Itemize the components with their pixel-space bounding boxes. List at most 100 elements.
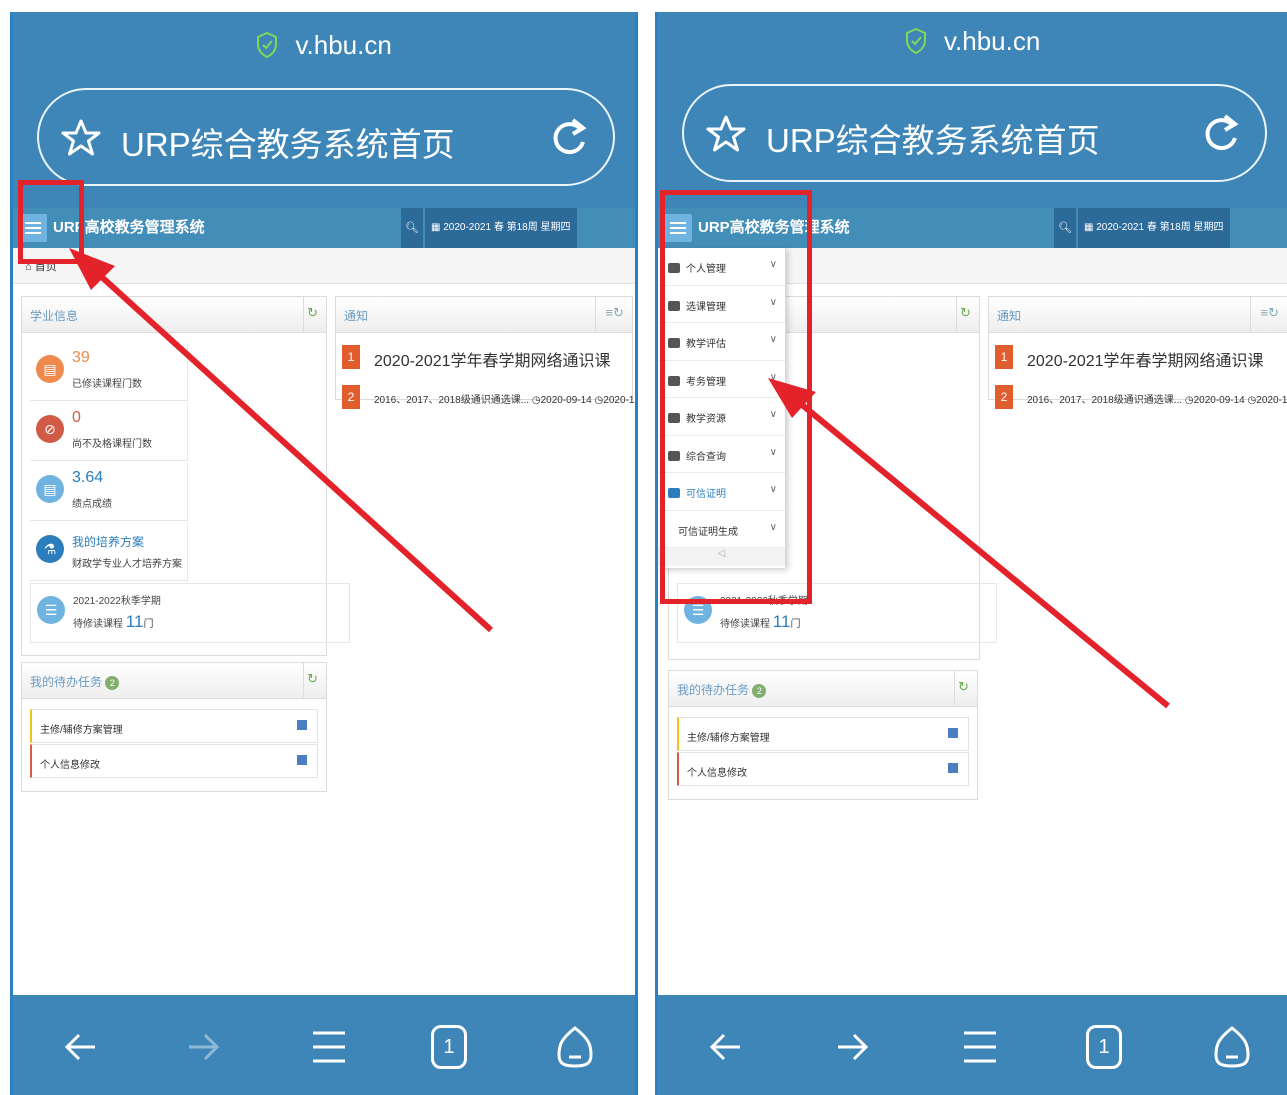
menu-icon[interactable] [958,1025,1002,1069]
stat-failed[interactable]: ⊘ 0 尚不及格课程门数 [30,403,188,461]
home-icon[interactable] [1210,1025,1254,1069]
stat-label: 绩点成绩 [72,499,112,510]
tasks-widget-header: 我的待办任务 2 ↻ [669,671,977,707]
domain-text: v.hbu.cn [943,26,1041,56]
notice-widget: 通知 ≡↻ 1 2020-2021学年春学期网络通识课 2 2016、2017、… [988,296,1287,409]
domain-display: v.hbu.cn [13,30,635,61]
flask-icon: ⚗ [36,535,64,563]
tasks-count-badge: 2 [752,684,767,698]
notice-date: 2020-09-14 [540,395,592,406]
reload-icon[interactable] [549,116,589,160]
reload-icon[interactable] [1201,112,1241,156]
pending-unit: 门 [790,619,801,630]
refresh-icon[interactable]: ↻ [307,671,318,687]
notice-date: 2020-09-14 [1193,395,1245,406]
document-icon: ▤ [36,355,64,383]
list-toggle-icon[interactable]: ≡↻ [606,305,624,321]
semester-badge[interactable]: ▦ 2020-2021 春 第18周 星期四 [425,208,577,248]
page-title: URP综合教务系统首页 [121,126,455,163]
flag-icon [297,755,307,765]
stat-gpa[interactable]: ▤ 3.64 绩点成绩 [30,463,188,521]
refresh-icon[interactable]: ↻ [960,305,971,321]
file-icon: ▤ [36,475,64,503]
menu-icon[interactable] [307,1025,351,1069]
clock-icon: ◷ [531,395,541,406]
stat-value: 39 [72,349,90,366]
domain-display: v.hbu.cn [658,26,1287,57]
task-item[interactable]: 主修/辅修方案管理 [677,717,969,751]
notice-text: 2020-2021学年春学期网络通识课 [1027,353,1264,370]
tasks-widget-header: 我的待办任务 2 ↻ [22,663,326,699]
home-icon[interactable] [553,1025,597,1069]
shield-check-icon [905,28,926,54]
calendar-icon: ▦ [1084,222,1097,233]
address-bar[interactable]: URP综合教务系统首页 [682,84,1267,182]
star-icon[interactable] [706,114,746,154]
notice-text: 2020-2021学年春学期网络通识课 [374,353,611,370]
search-icon[interactable]: 🔍︎ [1054,208,1076,248]
task-label: 主修/辅修方案管理 [687,733,770,744]
refresh-icon[interactable]: ↻ [958,679,969,695]
stat-plan[interactable]: ⚗ 我的培养方案 财政学专业人才培养方案... [30,523,188,581]
flag-icon [297,720,307,730]
stat-value: 我的培养方案 [72,535,145,549]
breadcrumb: ⌂ 首页 [13,248,635,284]
flag-icon [948,763,958,773]
notice-number: 2 [995,385,1013,409]
phone-screenshot-left: v.hbu.cn URP综合教务系统首页 URP高校教务管理系统 🔍︎ ▦ 20… [10,12,638,1095]
refresh-icon[interactable]: ↻ [307,305,318,321]
semester-badge[interactable]: ▦ 2020-2021 春 第18周 星期四 [1078,208,1230,248]
tabs-count-icon[interactable]: 1 [1086,1025,1122,1069]
task-item[interactable]: 个人信息修改 [677,752,969,786]
task-item[interactable]: 主修/辅修方案管理 [30,709,318,743]
star-icon[interactable] [61,118,101,158]
tasks-widget-title: 我的待办任务 [677,683,750,697]
app-header: URP高校教务管理系统 🔍︎ ▦ 2020-2021 春 第18周 星期四 [13,208,635,248]
notice-widget-title: 通知 [344,309,369,323]
tabs-count-icon[interactable]: 1 [431,1025,467,1069]
clock-icon: ◷ [1247,395,1257,406]
semester-card[interactable]: ☰ 2021-2022秋季学期 待修读课程 11门 [30,583,350,643]
notice-date: 2020-12-31 [1256,395,1287,406]
notice-text: 2016、2017、2018级通识通选课... [374,395,530,406]
pending-count: 11 [772,612,791,631]
list-toggle-icon[interactable]: ≡↻ [1261,305,1279,321]
task-item[interactable]: 个人信息修改 [30,744,318,778]
phone-screenshot-right: v.hbu.cn URP综合教务系统首页 URP高校教务管理系统 🔍︎ ▦ 20… [655,12,1287,1095]
tasks-count-badge: 2 [105,676,120,690]
notice-widget: 通知 ≡↻ 1 2020-2021学年春学期网络通识课 2 2016、2017、… [335,296,635,409]
clock-icon: ◷ [594,395,604,406]
browser-bottom-bar: 1 [658,995,1287,1095]
task-label: 主修/辅修方案管理 [40,725,123,736]
notice-widget-title: 通知 [997,309,1022,323]
arrow-right-icon[interactable] [181,1025,225,1069]
semester-text: 2020-2021 春 第18周 星期四 [1096,222,1224,233]
stat-label: 尚不及格课程门数 [72,439,152,450]
arrow-left-icon[interactable] [59,1025,103,1069]
pending-label: 待修读课程 [720,619,770,630]
notice-widget-header: 通知 ≡↻ [989,297,1287,333]
notice-number: 1 [342,345,360,369]
academic-widget-title: 学业信息 [30,309,79,323]
arrow-right-icon[interactable] [830,1025,874,1069]
highlight-box [18,180,84,264]
stat-completed[interactable]: ▤ 39 已修读课程门数 [30,343,188,401]
stat-label: 财政学专业人才培养方案... [72,559,182,570]
clock-icon: ◷ [1184,395,1194,406]
academic-widget: 学业信息 ↻ ▤ 39 已修读课程门数 ⊘ 0 尚不及格课程门数 ▤ 3.64 … [21,296,350,656]
domain-text: v.hbu.cn [295,30,392,60]
academic-widget-header: 学业信息 ↻ [22,297,326,333]
arrow-left-icon[interactable] [704,1025,748,1069]
calendar-icon: ▦ [431,222,444,233]
tasks-widget-title: 我的待办任务 [30,675,103,689]
notice-date: 2020-12-31 [603,395,635,406]
search-icon[interactable]: 🔍︎ [401,208,423,248]
flag-icon [948,728,958,738]
ban-icon: ⊘ [36,415,64,443]
stat-label: 已修读课程门数 [72,379,142,390]
pending-count: 11 [125,612,144,631]
page-title: URP综合教务系统首页 [766,122,1100,159]
stat-value: 3.64 [72,469,104,486]
pending-unit: 门 [143,619,154,630]
address-bar[interactable]: URP综合教务系统首页 [37,88,615,186]
